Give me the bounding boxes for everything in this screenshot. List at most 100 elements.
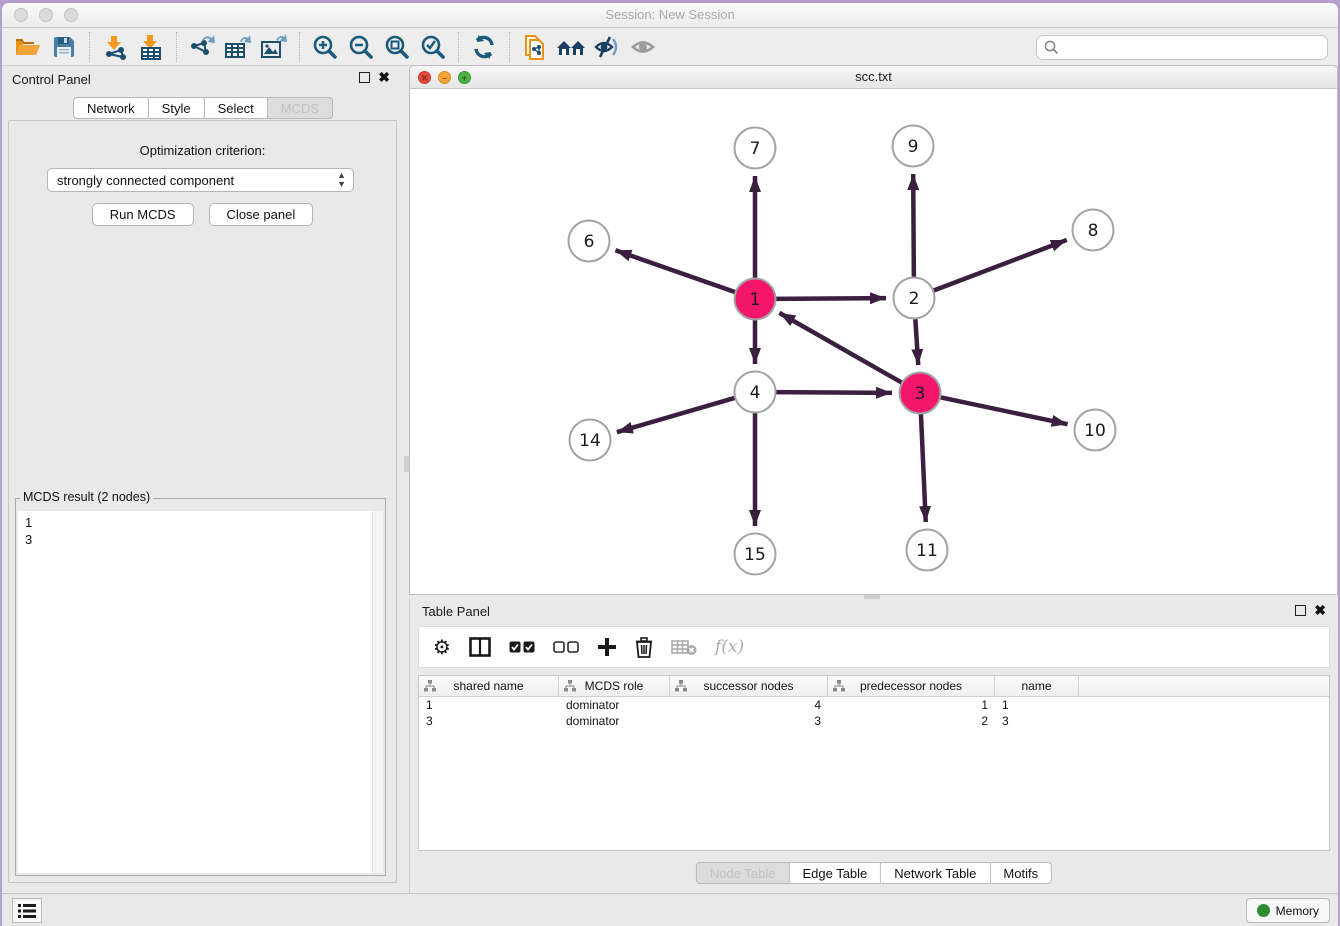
- graph-node-7[interactable]: 7: [735, 128, 776, 169]
- export-image-icon[interactable]: [256, 31, 292, 63]
- float-panel-icon[interactable]: [1295, 605, 1306, 616]
- table-cell[interactable]: 1: [828, 697, 995, 713]
- table-cell[interactable]: dominator: [559, 713, 670, 729]
- memory-button[interactable]: Memory: [1246, 898, 1330, 923]
- column-header-predecessor-nodes[interactable]: predecessor nodes: [828, 676, 995, 696]
- show-columns-icon[interactable]: [469, 634, 491, 660]
- toolbar-separator: [458, 32, 459, 62]
- graph-edge-2-3[interactable]: [915, 317, 918, 365]
- create-column-icon[interactable]: [597, 634, 617, 660]
- zoom-selected-icon[interactable]: [415, 31, 451, 63]
- graph-edge-1-2[interactable]: [774, 298, 886, 299]
- graph-edge-4-3[interactable]: [774, 392, 892, 393]
- tab-network[interactable]: Network: [73, 97, 149, 119]
- tab-style[interactable]: Style: [149, 97, 205, 119]
- tab-edge-table[interactable]: Edge Table: [789, 862, 881, 884]
- run-mcds-button[interactable]: Run MCDS: [92, 203, 194, 226]
- import-table-icon[interactable]: [133, 31, 169, 63]
- graph-node-4[interactable]: 4: [735, 372, 776, 413]
- save-session-icon[interactable]: [46, 31, 82, 63]
- graph-node-15[interactable]: 15: [735, 534, 776, 575]
- delete-column-icon[interactable]: [635, 634, 653, 660]
- column-header-label: successor nodes: [703, 679, 793, 693]
- graph-edge-3-11[interactable]: [921, 412, 926, 522]
- graph-node-11[interactable]: 11: [907, 530, 948, 571]
- table-cell[interactable]: 3: [419, 713, 559, 729]
- graph-node-9[interactable]: 9: [893, 126, 934, 167]
- export-network-icon[interactable]: [184, 31, 220, 63]
- column-header-name[interactable]: name: [995, 676, 1079, 696]
- graph-edge-3-1[interactable]: [779, 313, 903, 384]
- table-cell[interactable]: 4: [670, 697, 828, 713]
- duplicate-network-icon[interactable]: [517, 31, 553, 63]
- toolbar-separator: [89, 32, 90, 62]
- tab-node-table[interactable]: Node Table: [696, 862, 790, 884]
- tab-network-table[interactable]: Network Table: [881, 862, 990, 884]
- deselect-all-rows-icon[interactable]: [553, 634, 579, 660]
- hide-selected-icon[interactable]: [589, 31, 625, 63]
- network-graph[interactable]: 7 9 6 8 1 2 4 3 14 10 15 11: [411, 90, 1336, 593]
- mcds-result-area[interactable]: 1 3: [18, 511, 383, 873]
- select-all-rows-icon[interactable]: [509, 634, 535, 660]
- table-row-1[interactable]: 3dominator323: [419, 713, 1329, 729]
- mcds-result-title: MCDS result (2 nodes): [20, 490, 153, 504]
- table-row-0[interactable]: 1dominator411: [419, 697, 1329, 713]
- control-panel-tabs: Network Style Select MCDS: [73, 97, 333, 119]
- window-title: Session: New Session: [2, 7, 1338, 22]
- graph-node-14[interactable]: 14: [570, 420, 611, 461]
- first-neighbors-icon[interactable]: [553, 31, 589, 63]
- mcds-result-fieldset: MCDS result (2 nodes) 1 3: [15, 498, 386, 876]
- import-network-icon[interactable]: [97, 31, 133, 63]
- zoom-in-icon[interactable]: [307, 31, 343, 63]
- graph-node-label: 6: [584, 232, 595, 252]
- graph-node-2[interactable]: 2: [894, 278, 935, 319]
- node-table[interactable]: shared nameMCDS role successor nodes prede…: [418, 675, 1330, 851]
- table-cell[interactable]: 1: [995, 697, 1079, 713]
- graph-edge-2-9[interactable]: [913, 174, 914, 279]
- show-all-icon[interactable]: [625, 31, 661, 63]
- main-toolbar: [2, 29, 1338, 66]
- graph-node-3[interactable]: 3: [900, 373, 941, 414]
- graph-edge-2-8[interactable]: [932, 240, 1067, 291]
- export-table-icon[interactable]: [220, 31, 256, 63]
- open-folder-icon[interactable]: [10, 31, 46, 63]
- refresh-layout-icon[interactable]: [466, 31, 502, 63]
- close-panel-icon[interactable]: ✖: [378, 72, 390, 83]
- graph-edge-1-6[interactable]: [615, 250, 737, 292]
- zoom-fit-icon[interactable]: [379, 31, 415, 63]
- app-window: Session: New Session: [2, 3, 1338, 926]
- table-cell[interactable]: dominator: [559, 697, 670, 713]
- tab-select[interactable]: Select: [205, 97, 268, 119]
- table-settings-icon[interactable]: ⚙: [433, 634, 451, 660]
- search-input[interactable]: [1060, 38, 1327, 58]
- close-panel-button[interactable]: Close panel: [209, 203, 314, 226]
- optimization-criterion-label: Optimization criterion:: [9, 143, 396, 158]
- criterion-select[interactable]: strongly connected component ▲▼: [47, 168, 354, 192]
- task-history-button[interactable]: [12, 898, 42, 923]
- criterion-value: strongly connected component: [57, 173, 234, 188]
- graph-node-label: 3: [915, 384, 926, 404]
- table-cell[interactable]: 2: [828, 713, 995, 729]
- zoom-out-icon[interactable]: [343, 31, 379, 63]
- column-header-MCDS-role[interactable]: MCDS role: [559, 676, 670, 696]
- result-scrollbar[interactable]: [372, 511, 383, 873]
- graph-node-1[interactable]: 1: [735, 279, 776, 320]
- close-panel-icon[interactable]: ✖: [1314, 605, 1326, 616]
- table-cell[interactable]: 1: [419, 697, 559, 713]
- graph-node-8[interactable]: 8: [1073, 210, 1114, 251]
- table-cell[interactable]: 3: [995, 713, 1079, 729]
- column-header-shared-name[interactable]: shared name: [419, 676, 559, 696]
- network-window-title: scc.txt: [410, 69, 1337, 84]
- graph-edge-4-14[interactable]: [617, 397, 737, 432]
- table-cell[interactable]: 3: [670, 713, 828, 729]
- float-panel-icon[interactable]: [359, 72, 370, 83]
- graph-node-10[interactable]: 10: [1075, 410, 1116, 451]
- graph-edge-3-10[interactable]: [939, 397, 1068, 424]
- network-canvas[interactable]: 7 9 6 8 1 2 4 3 14 10 15 11: [411, 90, 1336, 593]
- search-box: [1036, 35, 1328, 60]
- tab-mcds[interactable]: MCDS: [268, 97, 333, 119]
- tab-motifs[interactable]: Motifs: [990, 862, 1052, 884]
- select-stepper-icon: ▲▼: [337, 171, 346, 189]
- graph-node-6[interactable]: 6: [569, 221, 610, 262]
- column-header-successor-nodes[interactable]: successor nodes: [670, 676, 828, 696]
